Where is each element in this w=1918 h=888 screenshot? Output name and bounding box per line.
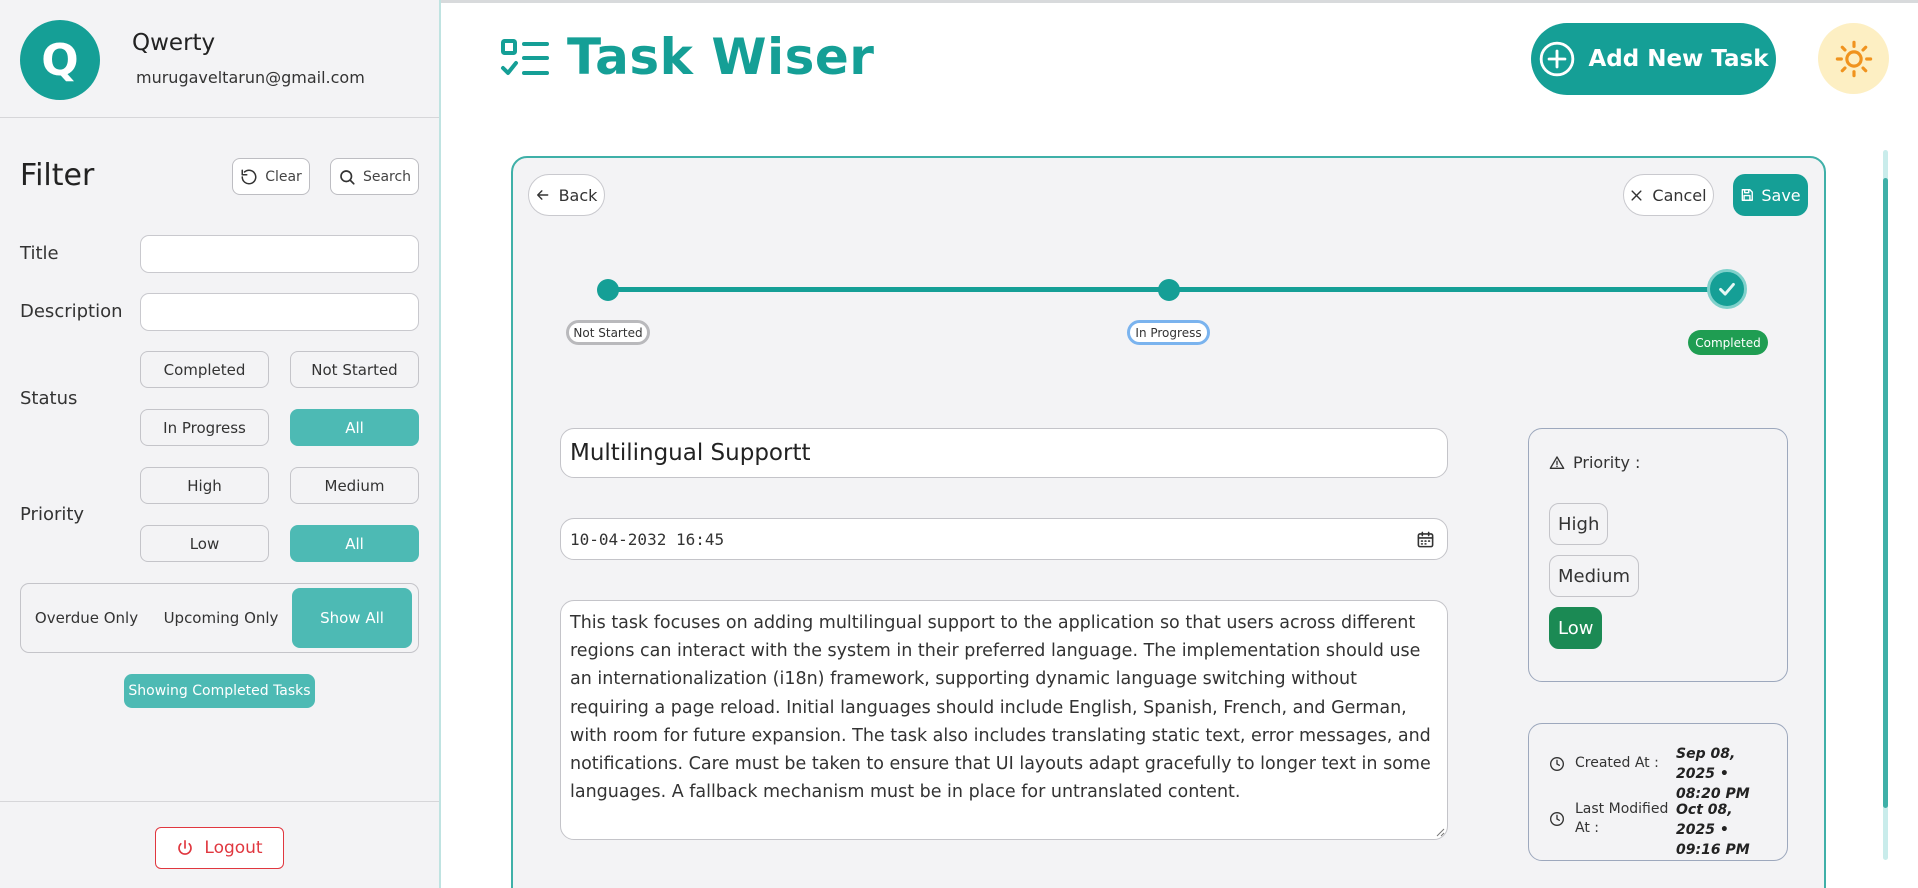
floppy-icon bbox=[1741, 189, 1754, 201]
description-filter-label: Description bbox=[20, 301, 123, 322]
filter-heading: Filter bbox=[20, 158, 95, 193]
step-label-in-progress[interactable]: In Progress bbox=[1127, 320, 1210, 345]
user-email: murugaveltarun@gmail.com bbox=[136, 68, 365, 87]
theme-toggle-button[interactable] bbox=[1818, 23, 1889, 94]
status-filter-label: Status bbox=[20, 388, 78, 409]
showing-completed-badge[interactable]: Showing Completed Tasks bbox=[124, 674, 315, 708]
due-date-input[interactable]: 10-04-2032 16:45 bbox=[560, 518, 1448, 560]
step-dot-completed[interactable] bbox=[1707, 269, 1747, 309]
search-label: Search bbox=[362, 168, 412, 185]
back-label: Back bbox=[558, 185, 598, 205]
priority-option-medium[interactable]: Medium bbox=[1549, 555, 1639, 597]
user-name: Qwerty bbox=[132, 30, 216, 56]
priority-chip-low[interactable]: Low bbox=[140, 525, 269, 562]
due-option-overdue[interactable]: Overdue Only bbox=[29, 588, 144, 648]
created-at-row: Created At : Sep 08, 2025 • 08:20 PM bbox=[1549, 744, 1776, 804]
add-new-task-label: Add New Task bbox=[1588, 46, 1769, 72]
sun-icon bbox=[1835, 40, 1872, 77]
cancel-label: Cancel bbox=[1652, 185, 1707, 205]
reset-icon bbox=[241, 169, 257, 184]
task-description-text: This task focuses on adding multilingual… bbox=[570, 613, 1431, 803]
step-dot-not-started[interactable] bbox=[597, 279, 619, 301]
resize-handle-icon[interactable] bbox=[1435, 827, 1445, 837]
clock-icon bbox=[1550, 756, 1564, 771]
warning-icon bbox=[1549, 455, 1565, 469]
plus-circle-icon bbox=[1540, 41, 1575, 77]
timestamps-panel: Created At : Sep 08, 2025 • 08:20 PM Las… bbox=[1528, 723, 1788, 861]
priority-chip-all[interactable]: All bbox=[290, 525, 419, 562]
cancel-button[interactable]: Cancel bbox=[1623, 174, 1714, 216]
sidebar-divider bbox=[0, 801, 439, 802]
close-icon bbox=[1631, 189, 1642, 201]
app-title: Task Wiser bbox=[567, 28, 875, 86]
priority-option-low[interactable]: Low bbox=[1549, 607, 1603, 649]
status-chip-not-started[interactable]: Not Started bbox=[290, 351, 419, 388]
due-option-upcoming[interactable]: Upcoming Only bbox=[161, 588, 281, 648]
created-at-value: Sep 08, 2025 • 08:20 PM bbox=[1676, 746, 1750, 802]
status-chip-completed[interactable]: Completed bbox=[140, 351, 269, 388]
save-label: Save bbox=[1761, 185, 1801, 205]
search-button[interactable]: Search bbox=[330, 158, 419, 195]
title-filter-label: Title bbox=[20, 243, 59, 264]
search-icon bbox=[340, 169, 355, 185]
priority-panel: Priority : High Medium Low bbox=[1528, 428, 1788, 682]
priority-option-high[interactable]: High bbox=[1549, 503, 1609, 545]
due-filter-segmented: Overdue Only Upcoming Only Show All bbox=[20, 583, 419, 653]
priority-chip-medium[interactable]: Medium bbox=[290, 467, 419, 504]
sidebar: Q Qwerty murugaveltarun@gmail.com Filter… bbox=[0, 0, 441, 888]
power-icon bbox=[178, 840, 193, 855]
scrollbar-thumb[interactable] bbox=[1883, 178, 1888, 808]
description-filter-input[interactable] bbox=[140, 293, 419, 331]
task-list-icon bbox=[501, 39, 549, 75]
due-date-value: 10-04-2032 16:45 bbox=[570, 529, 725, 549]
status-chip-all[interactable]: All bbox=[290, 409, 419, 446]
modified-at-label: Last Modified At : bbox=[1575, 801, 1669, 836]
back-button[interactable]: Back bbox=[528, 174, 605, 216]
created-at-label: Created At : bbox=[1575, 755, 1659, 771]
add-new-task-button[interactable]: Add New Task bbox=[1531, 23, 1776, 95]
priority-chip-high[interactable]: High bbox=[140, 467, 269, 504]
clock-icon bbox=[1550, 812, 1564, 826]
logout-label: Logout bbox=[204, 838, 263, 858]
check-icon bbox=[1719, 282, 1735, 296]
save-button[interactable]: Save bbox=[1733, 174, 1808, 216]
title-filter-input[interactable] bbox=[140, 235, 419, 273]
logout-button[interactable]: Logout bbox=[155, 827, 284, 869]
avatar: Q bbox=[20, 20, 100, 100]
clear-button[interactable]: Clear bbox=[232, 158, 310, 195]
calendar-icon[interactable] bbox=[1416, 530, 1435, 549]
arrow-left-icon bbox=[536, 190, 548, 200]
status-chip-in-progress[interactable]: In Progress bbox=[140, 409, 269, 446]
step-label-not-started[interactable]: Not Started bbox=[566, 320, 650, 345]
step-label-completed[interactable]: Completed bbox=[1688, 330, 1768, 355]
modified-at-value: Oct 08, 2025 • 09:16 PM bbox=[1676, 802, 1750, 858]
due-option-show-all[interactable]: Show All bbox=[292, 588, 412, 648]
modified-at-row: Last Modified At : Oct 08, 2025 • 09:16 … bbox=[1549, 800, 1776, 860]
priority-heading-label: Priority : bbox=[1573, 453, 1641, 472]
step-dot-in-progress[interactable] bbox=[1158, 279, 1180, 301]
user-profile: Q Qwerty murugaveltarun@gmail.com bbox=[0, 0, 439, 118]
task-description-textarea[interactable]: This task focuses on adding multilingual… bbox=[560, 600, 1448, 840]
priority-heading: Priority : bbox=[1549, 453, 1640, 472]
priority-filter-label: Priority bbox=[20, 504, 85, 525]
clear-label: Clear bbox=[265, 168, 302, 185]
task-title-input[interactable]: Multilingual Supportt bbox=[560, 428, 1448, 478]
